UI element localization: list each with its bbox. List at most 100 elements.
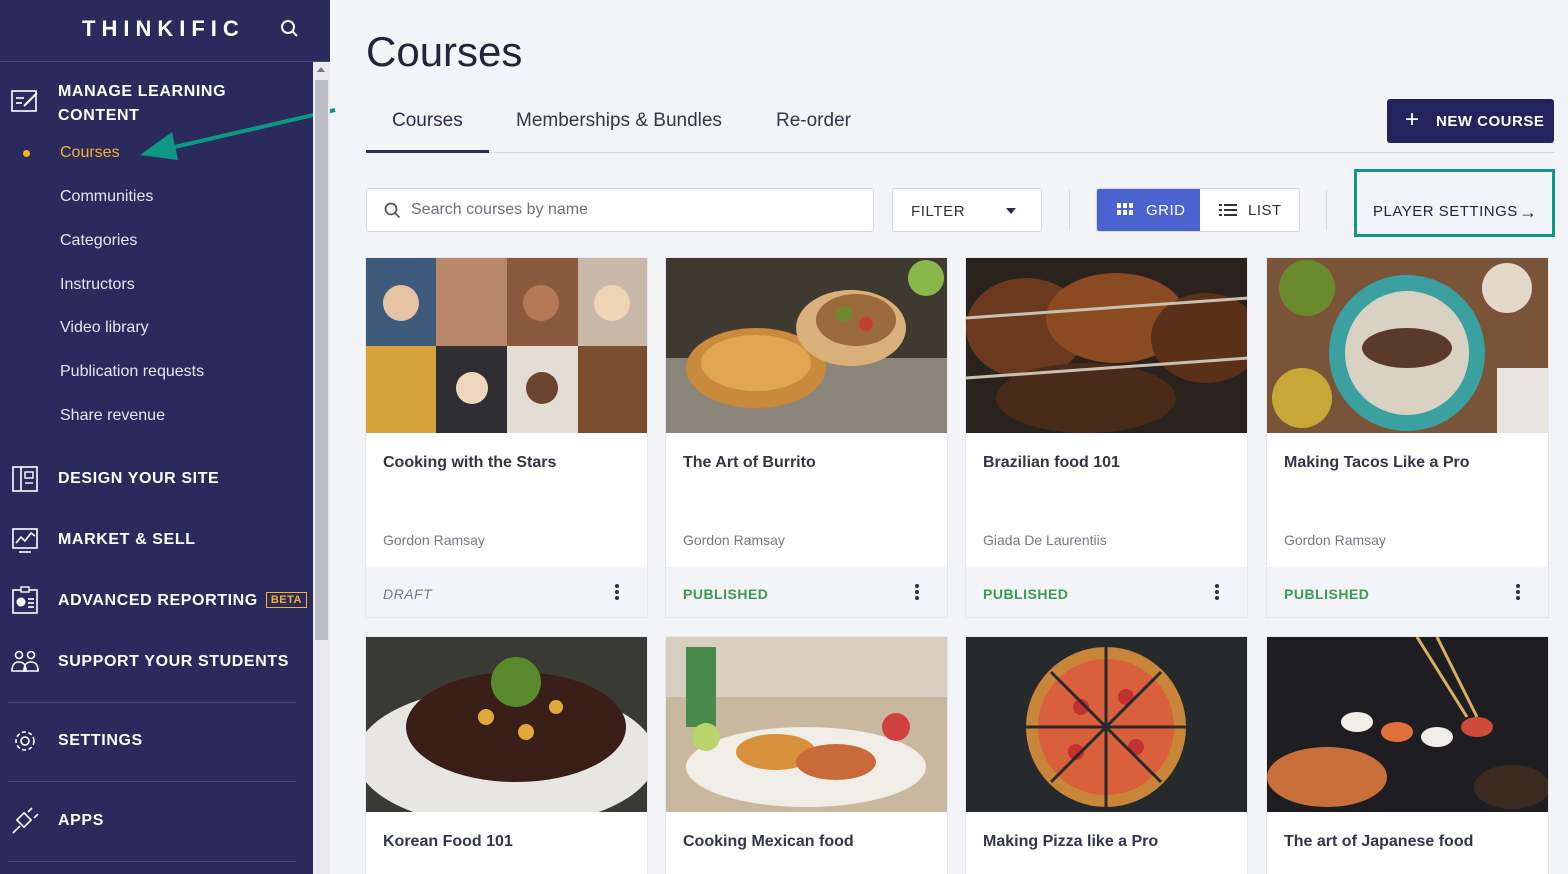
tab-memberships-bundles[interactable]: Memberships & Bundles	[516, 110, 722, 132]
search-icon	[384, 202, 401, 219]
player-settings-label: PLAYER SETTINGS	[1373, 203, 1518, 220]
course-card[interactable]: Cooking Mexican food	[665, 636, 948, 874]
gear-icon	[15, 731, 35, 751]
course-author: Giada De Laurentiis	[983, 532, 1107, 548]
course-title[interactable]: The art of Japanese food	[1284, 833, 1473, 851]
card-footer: PUBLISHED	[966, 567, 1247, 617]
more-options-icon[interactable]	[1214, 583, 1220, 603]
course-title[interactable]: Cooking Mexican food	[683, 833, 854, 851]
course-title[interactable]: Making Pizza like a Pro	[983, 833, 1158, 851]
people-icon	[11, 650, 39, 672]
grid-label: GRID	[1146, 202, 1186, 219]
section-market-and-sell[interactable]: MARKET & SELL	[0, 525, 313, 555]
section-support-your-students[interactable]: SUPPORT YOUR STUDENTS	[0, 647, 313, 677]
active-tab-underline	[366, 150, 489, 153]
course-card[interactable]: The Art of Burrito Gordon Ramsay PUBLISH…	[665, 257, 948, 618]
course-title[interactable]: The Art of Burrito	[683, 454, 816, 472]
card-footer: PUBLISHED	[666, 567, 947, 617]
sidebar: THINKIFIC MANAGE LEARNING CONTENT Course…	[0, 0, 336, 874]
sidebar-header: THINKIFIC	[0, 0, 330, 62]
annotation-arrow	[140, 108, 336, 160]
course-title[interactable]: Korean Food 101	[383, 833, 513, 851]
list-view-button[interactable]: LIST	[1200, 189, 1299, 231]
grid-view-button[interactable]: GRID	[1097, 189, 1200, 231]
divider	[8, 781, 296, 782]
course-thumbnail	[966, 637, 1247, 812]
course-card[interactable]: Cooking with the Stars Gordon Ramsay DRA…	[365, 257, 648, 618]
course-card[interactable]: The art of Japanese food	[1266, 636, 1549, 874]
thinkific-logo[interactable]: THINKIFIC	[82, 16, 245, 42]
status-badge: PUBLISHED	[983, 586, 1069, 602]
more-options-icon[interactable]	[614, 583, 620, 603]
arrow-right-icon: →	[1519, 202, 1537, 222]
list-label: LIST	[1248, 202, 1282, 219]
sidebar-item-instructors[interactable]: Instructors	[60, 276, 135, 294]
divider	[1326, 190, 1327, 230]
grid-icon	[1117, 203, 1133, 215]
course-author: Gordon Ramsay	[683, 532, 785, 548]
sidebar-item-share-revenue[interactable]: Share revenue	[60, 407, 165, 425]
card-footer: PUBLISHED	[1267, 567, 1548, 617]
divider	[8, 861, 296, 862]
course-thumbnail	[966, 258, 1247, 433]
card-footer: DRAFT	[366, 567, 647, 617]
section-label-wrap: ADVANCED REPORTING BETA	[58, 592, 307, 610]
status-badge: PUBLISHED	[1284, 586, 1370, 602]
sidebar-item-categories[interactable]: Categories	[60, 232, 137, 250]
caret-down-icon	[1006, 208, 1016, 214]
more-options-icon[interactable]	[1515, 583, 1521, 603]
report-icon	[12, 586, 38, 614]
section-label: SETTINGS	[58, 732, 143, 749]
beta-badge: BETA	[265, 592, 307, 608]
scrollbar-thumb[interactable]	[315, 80, 328, 640]
tab-re-order[interactable]: Re-order	[776, 110, 851, 132]
divider	[8, 702, 296, 703]
course-card[interactable]: Korean Food 101	[365, 636, 648, 874]
course-thumbnail	[666, 258, 947, 433]
section-label: MARKET & SELL	[58, 531, 196, 548]
course-card[interactable]: Brazilian food 101 Giada De Laurentiis P…	[965, 257, 1248, 618]
plus-icon: +	[1405, 106, 1420, 133]
search-icon[interactable]	[279, 18, 301, 40]
filter-label: FILTER	[911, 203, 966, 220]
sidebar-item-publication-requests[interactable]: Publication requests	[60, 363, 204, 381]
section-design-your-site[interactable]: DESIGN YOUR SITE	[0, 464, 313, 494]
list-icon	[1219, 204, 1237, 216]
course-thumbnail	[1267, 258, 1548, 433]
section-settings[interactable]: SETTINGS	[0, 726, 313, 756]
player-settings-button[interactable]: PLAYER SETTINGS →	[1354, 169, 1555, 237]
section-label: ADVANCED REPORTING	[58, 592, 258, 609]
more-options-icon[interactable]	[914, 583, 920, 603]
layout-icon	[12, 466, 38, 492]
new-course-label: NEW COURSE	[1436, 113, 1545, 130]
search-box	[366, 188, 874, 232]
section-label: DESIGN YOUR SITE	[58, 470, 220, 487]
course-thumbnail	[366, 637, 647, 812]
active-indicator	[23, 150, 30, 157]
section-advanced-reporting[interactable]: ADVANCED REPORTING BETA	[0, 586, 313, 616]
course-author: Gordon Ramsay	[1284, 532, 1386, 548]
course-author: Gordon Ramsay	[383, 532, 485, 548]
course-title[interactable]: Brazilian food 101	[983, 454, 1120, 472]
plug-icon	[12, 807, 39, 834]
filter-dropdown[interactable]: FILTER	[892, 188, 1042, 232]
sidebar-item-courses[interactable]: Courses	[60, 144, 120, 162]
course-thumbnail	[666, 637, 947, 812]
tab-bar: Courses Memberships & Bundles Re-order	[366, 100, 1554, 153]
course-card[interactable]: Making Tacos Like a Pro Gordon Ramsay PU…	[1266, 257, 1549, 618]
sidebar-item-communities[interactable]: Communities	[60, 188, 153, 206]
sidebar-scrollbar[interactable]	[313, 62, 330, 874]
edit-content-icon	[11, 90, 38, 112]
course-title[interactable]: Making Tacos Like a Pro	[1284, 454, 1470, 472]
status-badge: DRAFT	[383, 586, 433, 602]
section-label: APPS	[58, 812, 104, 829]
section-label: SUPPORT YOUR STUDENTS	[58, 653, 289, 670]
course-card[interactable]: Making Pizza like a Pro	[965, 636, 1248, 874]
sidebar-item-video-library[interactable]: Video library	[60, 319, 149, 337]
section-apps[interactable]: APPS	[0, 806, 313, 836]
scroll-up-arrow[interactable]	[317, 67, 325, 72]
tab-courses[interactable]: Courses	[392, 110, 463, 132]
new-course-button[interactable]: + NEW COURSE	[1387, 99, 1554, 143]
search-input[interactable]	[411, 197, 851, 223]
course-title[interactable]: Cooking with the Stars	[383, 454, 556, 472]
